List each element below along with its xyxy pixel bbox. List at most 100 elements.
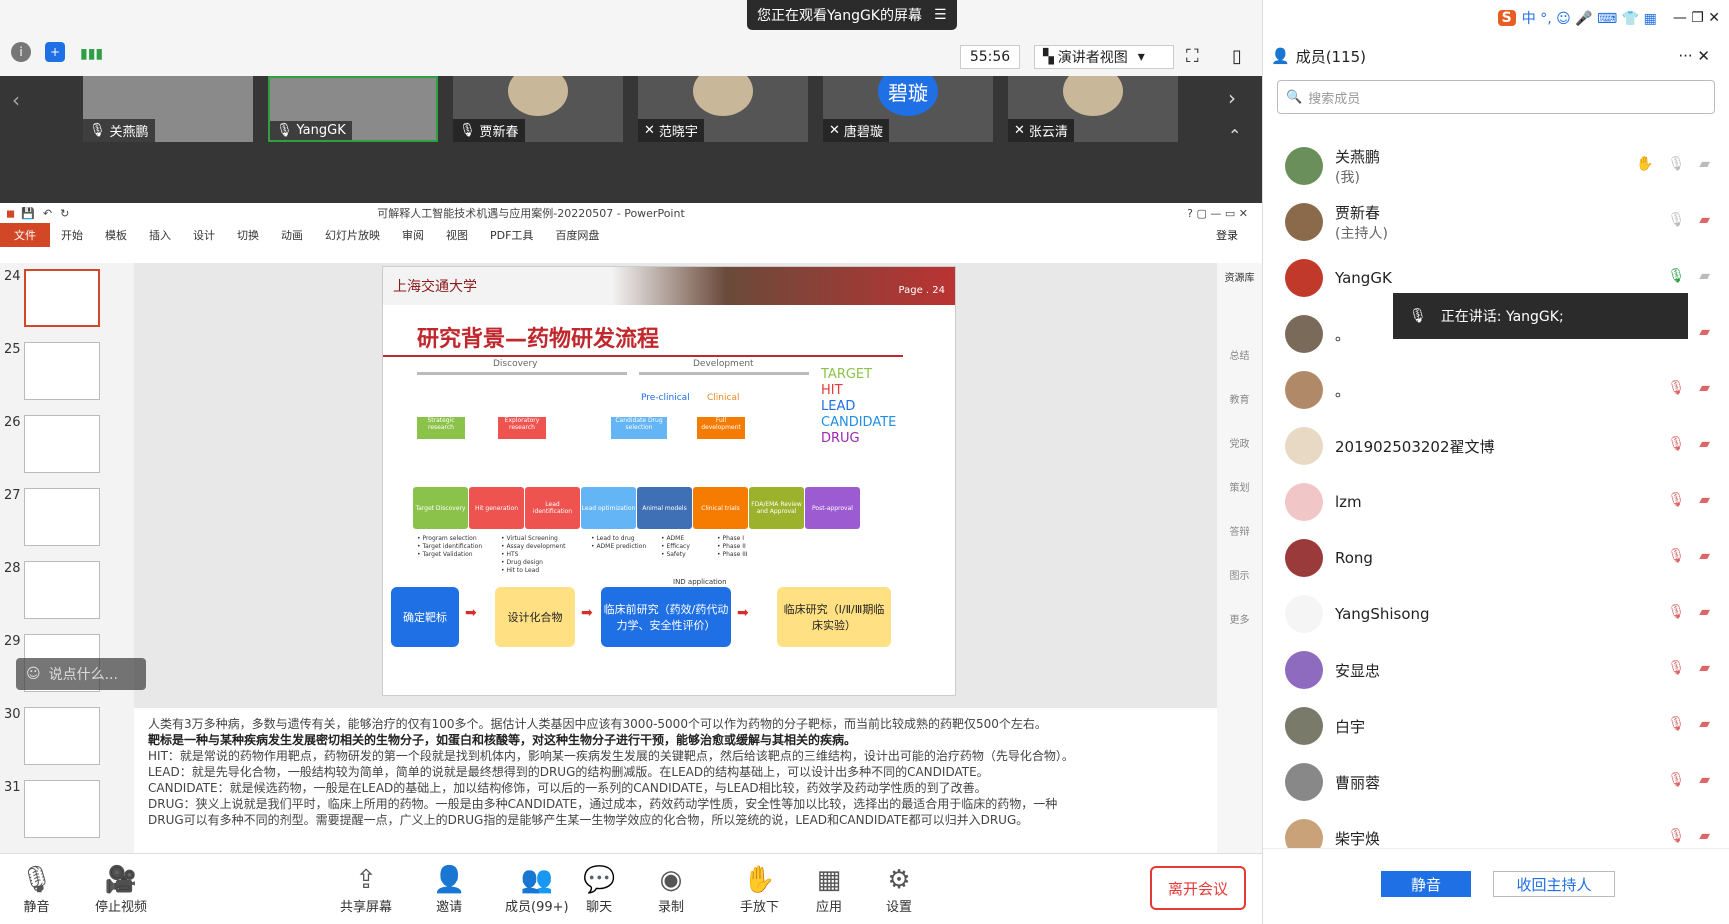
- slide-thumbnail[interactable]: [24, 488, 100, 546]
- window-buttons[interactable]: — ❐ ✕: [1673, 10, 1720, 26]
- chat-bubble[interactable]: ☺ 说点什么...: [16, 658, 146, 690]
- info-icon[interactable]: i: [11, 42, 31, 62]
- mic-off-icon[interactable]: 🎙: [1667, 548, 1685, 564]
- side-panel-item[interactable]: 总结: [1217, 347, 1262, 362]
- camera-button[interactable]: 🎥 停止视频: [95, 864, 147, 915]
- menu-icon[interactable]: ☰: [934, 7, 947, 23]
- video-off-icon[interactable]: ▰: [1699, 548, 1710, 564]
- video-tile[interactable]: 🎙 YangGK: [268, 76, 438, 142]
- side-panel-item[interactable]: 策划: [1217, 479, 1262, 494]
- member-row[interactable]: 。🎙▰: [1263, 362, 1729, 418]
- member-row[interactable]: YangShisong 🎙 ▰: [1263, 586, 1729, 642]
- member-row[interactable]: 安显忠 🎙 ▰: [1263, 642, 1729, 698]
- member-row[interactable]: 曹丽蓉 🎙 ▰: [1263, 754, 1729, 810]
- ribbon-tab[interactable]: 开始: [50, 227, 94, 243]
- save-icon[interactable]: 💾: [21, 207, 35, 220]
- mic-off-icon[interactable]: 🎙: [1667, 772, 1685, 788]
- mic-off-icon[interactable]: 🎙: [1667, 660, 1685, 676]
- video-off-icon[interactable]: ▰: [1699, 380, 1710, 396]
- video-tile[interactable]: 碧璇 ✕ 唐碧璇: [823, 76, 993, 142]
- video-off-icon[interactable]: ▰: [1699, 324, 1710, 340]
- member-row[interactable]: lzm 🎙 ▰: [1263, 474, 1729, 530]
- side-panel-item[interactable]: 答辩: [1217, 523, 1262, 538]
- slide-thumbnail[interactable]: [24, 269, 100, 327]
- leave-meeting-button[interactable]: 离开会议: [1150, 866, 1246, 910]
- video-icon[interactable]: ▰: [1699, 268, 1710, 284]
- mic-icon[interactable]: 🎙: [1667, 212, 1685, 228]
- mic-button[interactable]: 🎙 静音: [20, 864, 53, 915]
- mic-off-icon[interactable]: 🎙: [1667, 380, 1685, 396]
- undo-icon[interactable]: ↶: [43, 207, 52, 220]
- ribbon-tab[interactable]: 幻灯片放映: [314, 227, 391, 243]
- member-row[interactable]: 201902503202翟文博 🎙 ▰: [1263, 418, 1729, 474]
- video-off-icon[interactable]: ▰: [1699, 660, 1710, 676]
- invite-button[interactable]: 👤 邀请: [433, 864, 465, 915]
- members-button[interactable]: 👥 成员(99+): [505, 864, 569, 915]
- member-row[interactable]: 关燕鹏 (我) ✋ 🎙 ▰: [1263, 138, 1729, 194]
- slide-thumbnail[interactable]: [24, 415, 100, 473]
- mic-icon[interactable]: 🎙: [1667, 156, 1685, 172]
- video-tile[interactable]: 🎙 贾新春: [453, 76, 623, 142]
- emoji-icon[interactable]: ☺: [26, 666, 41, 682]
- video-icon[interactable]: ▰: [1699, 156, 1710, 172]
- redo-icon[interactable]: ↻: [60, 207, 69, 220]
- video-off-icon[interactable]: ▰: [1699, 604, 1710, 620]
- mic-off-icon[interactable]: 🎙: [1667, 492, 1685, 508]
- video-tile[interactable]: 🎙 关燕鹏: [83, 76, 253, 142]
- video-off-icon[interactable]: ▰: [1699, 828, 1710, 844]
- side-panel-item[interactable]: 教育: [1217, 391, 1262, 406]
- side-panel-item[interactable]: 资源库: [1217, 269, 1262, 284]
- slide-thumbnail[interactable]: [24, 707, 100, 765]
- ribbon-tab[interactable]: 文件: [0, 223, 50, 247]
- mic-off-icon[interactable]: 🎙: [1667, 436, 1685, 452]
- fullscreen-icon[interactable]: ⛶: [1186, 46, 1199, 67]
- shield-icon[interactable]: +: [45, 42, 65, 62]
- gear-button[interactable]: ⚙ 设置: [886, 864, 912, 915]
- prev-arrow-icon[interactable]: ‹: [12, 88, 20, 112]
- sogou-icon[interactable]: S: [1497, 9, 1516, 26]
- slide-thumbnail[interactable]: [24, 561, 100, 619]
- collapse-icon[interactable]: ⌃: [1228, 126, 1241, 145]
- share-banner[interactable]: 您正在观看YangGK的屏幕 ☰: [747, 0, 957, 30]
- ribbon-tab[interactable]: 插入: [138, 227, 182, 243]
- video-tile[interactable]: ✕ 范晓宇: [638, 76, 808, 142]
- ribbon-tab[interactable]: 视图: [435, 227, 479, 243]
- ribbon-tab[interactable]: 模板: [94, 227, 138, 243]
- more-close-icons[interactable]: ··· ✕: [1678, 47, 1710, 65]
- ime-toolbar-icons[interactable]: 中 °, ☺ 🎤 ⌨ 👕 ▦: [1522, 8, 1657, 28]
- share-screen-button[interactable]: ⇪ 共享屏幕: [340, 864, 392, 915]
- login-link[interactable]: 登录: [1216, 227, 1238, 243]
- ribbon-tab[interactable]: 审阅: [391, 227, 435, 243]
- apps-button[interactable]: ▦ 应用: [816, 864, 842, 915]
- mic-off-icon[interactable]: 🎙: [1667, 716, 1685, 732]
- chat-button[interactable]: 💬 聊天: [583, 864, 615, 915]
- slide-thumbnail[interactable]: [24, 342, 100, 400]
- ribbon-tab[interactable]: PDF工具: [479, 227, 544, 243]
- ribbon-tab[interactable]: 切换: [226, 227, 270, 243]
- mic-off-icon[interactable]: 🎙: [1667, 604, 1685, 620]
- video-off-icon[interactable]: ▰: [1699, 436, 1710, 452]
- ribbon-tab[interactable]: 动画: [270, 227, 314, 243]
- member-row[interactable]: 贾新春 (主持人) 🎙 ▰: [1263, 194, 1729, 250]
- member-search-input[interactable]: 🔍 搜索成员: [1277, 80, 1715, 114]
- member-row[interactable]: 白宇 🎙 ▰: [1263, 698, 1729, 754]
- mute-all-button[interactable]: 静音: [1381, 871, 1471, 897]
- ribbon-tab[interactable]: 设计: [182, 227, 226, 243]
- video-off-icon[interactable]: ▰: [1699, 492, 1710, 508]
- ribbon-tab[interactable]: 百度网盘: [544, 227, 610, 243]
- side-panel-item[interactable]: 更多: [1217, 611, 1262, 626]
- sidebar-toggle-icon[interactable]: ▯: [1232, 46, 1242, 67]
- side-panel-item[interactable]: 图示: [1217, 567, 1262, 582]
- window-controls[interactable]: ? ▢ — ▭ ✕: [1187, 207, 1248, 220]
- next-arrow-icon[interactable]: ›: [1228, 86, 1236, 110]
- video-off-icon[interactable]: ▰: [1699, 212, 1710, 228]
- signal-icon[interactable]: ▮▮▮: [80, 46, 103, 62]
- hand-button[interactable]: ✋ 手放下: [740, 864, 779, 915]
- member-row[interactable]: Rong 🎙 ▰: [1263, 530, 1729, 586]
- video-off-icon[interactable]: ▰: [1699, 772, 1710, 788]
- video-off-icon[interactable]: ▰: [1699, 716, 1710, 732]
- mic-icon[interactable]: 🎙: [1667, 268, 1685, 284]
- view-mode-dropdown[interactable]: ▚ 演讲者视图 ▾: [1034, 45, 1174, 69]
- mic-off-icon[interactable]: 🎙: [1667, 828, 1685, 844]
- side-panel-item[interactable]: 党政: [1217, 435, 1262, 450]
